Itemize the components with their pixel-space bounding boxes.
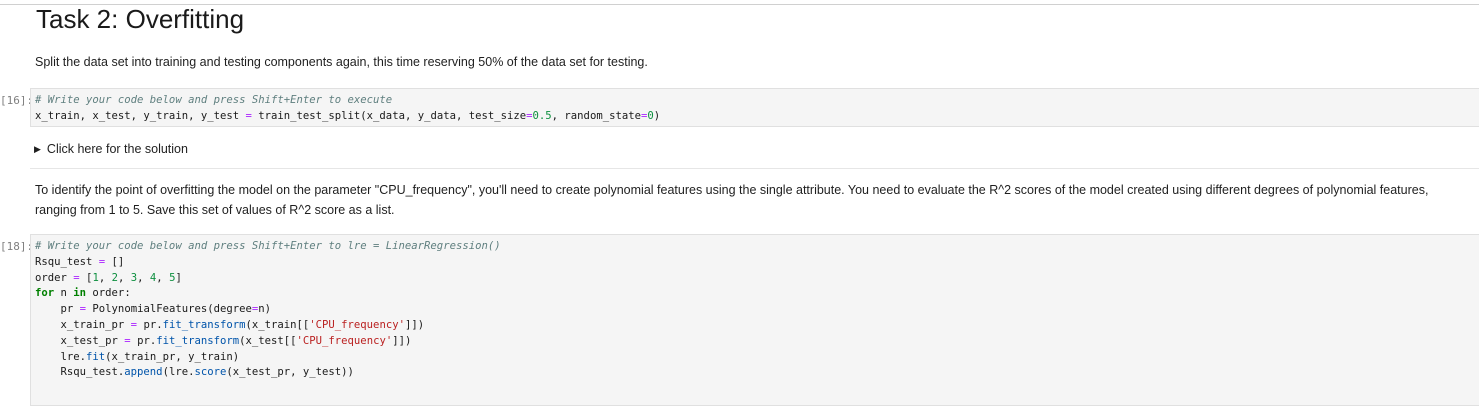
- code-line: # Write your code below and press Shift+…: [35, 240, 501, 252]
- code-line: lre.fit(x_train_pr, y_train): [35, 350, 240, 363]
- code-line: x_train_pr = pr.fit_transform(x_train[['…: [35, 318, 425, 331]
- code-line: pr = PolynomialFeatures(degree=n): [35, 303, 272, 316]
- code-cell-polynomial[interactable]: # Write your code below and press Shift+…: [30, 234, 1479, 406]
- code-line: x_train, x_test, y_train, y_test = train…: [35, 109, 661, 122]
- code-line: order = [1, 2, 3, 4, 5]: [35, 271, 182, 284]
- code-editor[interactable]: # Write your code below and press Shift+…: [31, 89, 1479, 125]
- solution-toggle[interactable]: ▶ Click here for the solution: [34, 141, 188, 158]
- code-line: Rsqu_test.append(lre.score(x_test_pr, y_…: [35, 366, 354, 379]
- cell-divider: [30, 168, 1479, 169]
- triangle-right-icon[interactable]: ▶: [34, 141, 41, 157]
- cell-prompt: [16]:: [0, 94, 30, 107]
- solution-label: Click here for the solution: [46, 142, 188, 156]
- markdown-cell-instructions[interactable]: Split the data set into training and tes…: [35, 54, 648, 70]
- cell-prompt: [18]:: [0, 240, 30, 253]
- page-title: Task 2: Overfitting: [36, 4, 245, 34]
- code-line: Rsqu_test = []: [35, 255, 125, 268]
- code-line: x_test_pr = pr.fit_transform(x_test[['CP…: [35, 334, 412, 347]
- markdown-cell-overfitting[interactable]: To identify the point of overfitting the…: [35, 180, 1465, 220]
- code-line: for n in order:: [35, 287, 131, 300]
- code-comment: # Write your code below and press Shift+…: [35, 94, 393, 106]
- code-editor[interactable]: # Write your code below and press Shift+…: [31, 235, 1479, 381]
- code-cell-split[interactable]: # Write your code below and press Shift+…: [30, 88, 1479, 127]
